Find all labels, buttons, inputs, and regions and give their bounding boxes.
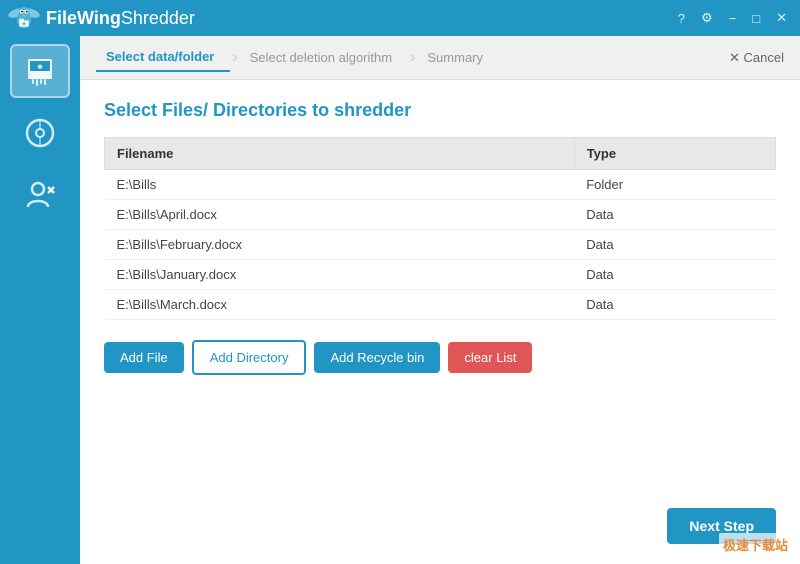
sidebar-item-disk[interactable] [10, 106, 70, 160]
shredder-icon: ★ [24, 55, 56, 87]
watermark: 极速下载站 [719, 533, 792, 556]
main-container: ★ Select data/folder [0, 36, 800, 564]
close-button[interactable]: ✕ [771, 8, 792, 28]
maximize-button[interactable]: □ [747, 9, 765, 28]
table-row[interactable]: E:\Bills\April.docx Data [105, 200, 776, 230]
cell-filename: E:\Bills\January.docx [105, 260, 575, 290]
app-title: FileWingShredder [46, 8, 195, 29]
table-row[interactable]: E:\Bills\January.docx Data [105, 260, 776, 290]
clear-list-button[interactable]: clear List [448, 342, 532, 373]
cell-type: Data [574, 290, 775, 320]
wizard-bar: Select data/folder › Select deletion alg… [80, 36, 800, 80]
wizard-step-2[interactable]: Select deletion algorithm [240, 44, 408, 71]
wizard-step-3[interactable]: Summary [417, 44, 499, 71]
wizard-arrow-2: › [410, 49, 415, 67]
cell-filename: E:\Bills [105, 170, 575, 200]
sidebar-item-shredder[interactable]: ★ [10, 44, 70, 98]
user-delete-icon [24, 179, 56, 211]
svg-text:★: ★ [22, 21, 26, 26]
wizard-steps: Select data/folder › Select deletion alg… [96, 43, 784, 72]
window-controls: ? ⚙ − □ ✕ [673, 8, 792, 28]
title-bar: ★ FileWingShredder ? ⚙ − □ ✕ [0, 0, 800, 36]
file-table: Filename Type E:\Bills Folder E:\Bills\A… [104, 137, 776, 320]
cell-filename: E:\Bills\April.docx [105, 200, 575, 230]
wizard-arrow-1: › [232, 49, 237, 67]
table-row[interactable]: E:\Bills Folder [105, 170, 776, 200]
page-content: Select Files/ Directories to shredder Fi… [80, 80, 800, 564]
disk-icon [24, 117, 56, 149]
content-area: Select data/folder › Select deletion alg… [80, 36, 800, 564]
cell-type: Data [574, 230, 775, 260]
sidebar: ★ [0, 36, 80, 564]
wizard-step-1[interactable]: Select data/folder [96, 43, 230, 72]
cancel-button[interactable]: ✕ Cancel [729, 50, 784, 66]
table-row[interactable]: E:\Bills\March.docx Data [105, 290, 776, 320]
minimize-button[interactable]: − [724, 9, 742, 28]
cell-filename: E:\Bills\February.docx [105, 230, 575, 260]
cell-type: Folder [574, 170, 775, 200]
cell-filename: E:\Bills\March.docx [105, 290, 575, 320]
svg-text:★: ★ [37, 63, 44, 71]
cell-type: Data [574, 200, 775, 230]
app-logo: ★ FileWingShredder [8, 2, 195, 34]
settings-button[interactable]: ⚙ [696, 8, 718, 28]
add-file-button[interactable]: Add File [104, 342, 184, 373]
action-bar: Add File Add Directory Add Recycle bin c… [104, 340, 776, 375]
app-logo-icon: ★ [8, 2, 40, 34]
cell-type: Data [574, 260, 775, 290]
help-button[interactable]: ? [673, 9, 690, 28]
add-directory-button[interactable]: Add Directory [192, 340, 307, 375]
sidebar-item-user-delete[interactable] [10, 168, 70, 222]
col-header-type: Type [574, 138, 775, 170]
col-header-filename: Filename [105, 138, 575, 170]
add-recycle-button[interactable]: Add Recycle bin [314, 342, 440, 373]
table-row[interactable]: E:\Bills\February.docx Data [105, 230, 776, 260]
page-title: Select Files/ Directories to shredder [104, 100, 776, 121]
table-header-row: Filename Type [105, 138, 776, 170]
